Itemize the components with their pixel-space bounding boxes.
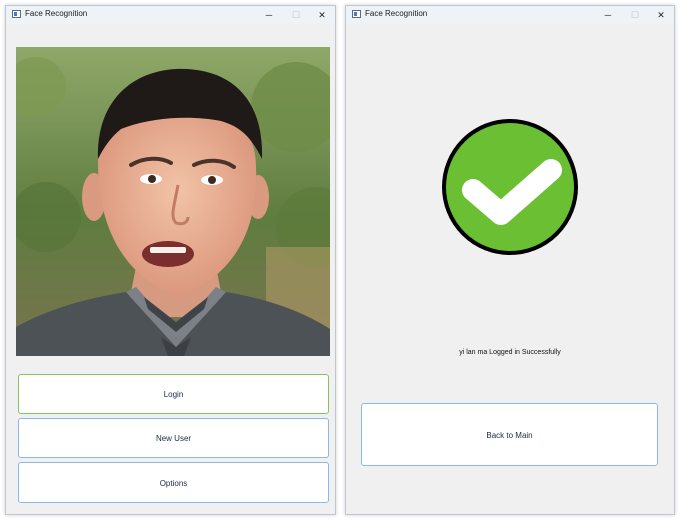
app-window-icon bbox=[12, 10, 21, 18]
back-to-main-button[interactable]: Back to Main bbox=[361, 403, 658, 466]
login-success-window: Face Recognition ─ ☐ ✕ yi lan ma Logged … bbox=[345, 5, 675, 515]
window-title: Face Recognition bbox=[25, 9, 88, 18]
window-title: Face Recognition bbox=[365, 9, 428, 18]
options-button[interactable]: Options bbox=[18, 462, 329, 503]
new-user-button[interactable]: New User bbox=[18, 418, 329, 458]
close-button[interactable]: ✕ bbox=[309, 6, 335, 24]
checkmark-circle-icon bbox=[442, 119, 578, 255]
maximize-button[interactable]: ☐ bbox=[283, 6, 309, 24]
minimize-button[interactable]: ─ bbox=[595, 6, 621, 24]
title-bar[interactable]: Face Recognition ─ ☐ ✕ bbox=[6, 6, 335, 24]
maximize-button[interactable]: ☐ bbox=[622, 6, 648, 24]
close-button[interactable]: ✕ bbox=[648, 6, 674, 24]
login-status-message: yi lan ma Logged in Successfully bbox=[459, 349, 561, 356]
title-bar[interactable]: Face Recognition ─ ☐ ✕ bbox=[346, 6, 674, 24]
login-button[interactable]: Login bbox=[18, 374, 329, 414]
minimize-button[interactable]: ─ bbox=[256, 6, 282, 24]
login-window: Face Recognition ─ ☐ ✕ Login New User Op… bbox=[5, 5, 336, 515]
app-window-icon bbox=[352, 10, 361, 18]
camera-feed bbox=[16, 47, 330, 356]
camera-feed-image bbox=[16, 47, 330, 356]
